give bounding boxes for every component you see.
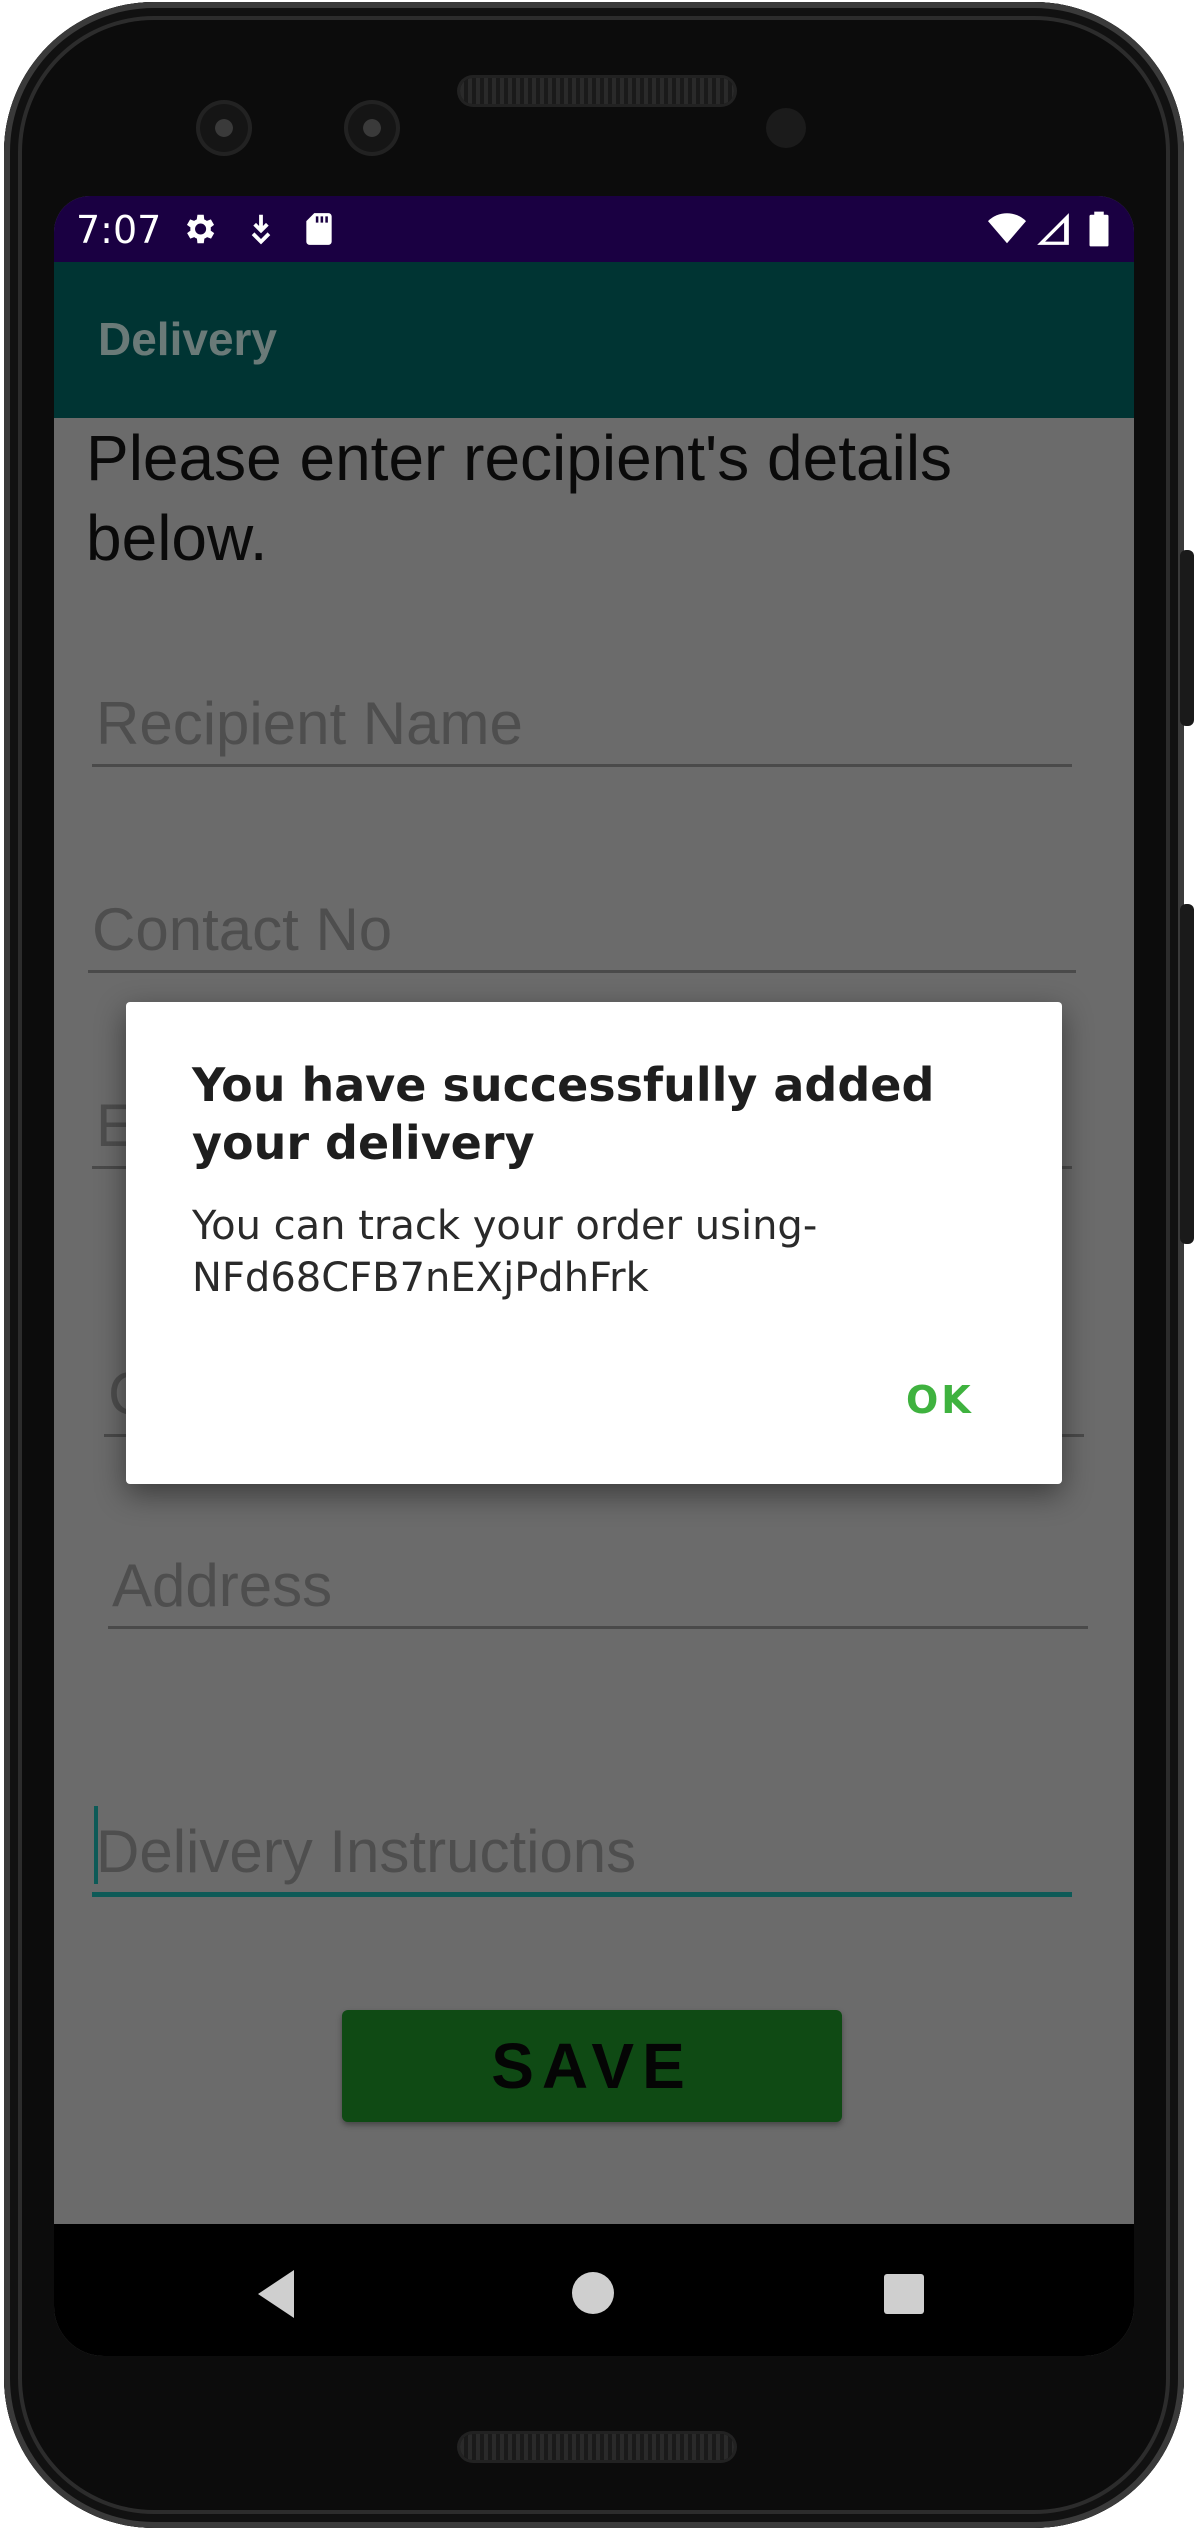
recents-icon[interactable]	[884, 2274, 924, 2314]
recipient-name-field[interactable]: Recipient Name	[92, 654, 1072, 767]
recipient-name-placeholder: Recipient Name	[96, 690, 523, 757]
back-icon[interactable]	[258, 2270, 294, 2318]
delivery-instructions-placeholder: Delivery Instructions	[96, 1818, 637, 1885]
status-time: 7:07	[76, 208, 162, 252]
dialog-ok-button[interactable]: OK	[906, 1378, 974, 1422]
front-camera-left	[196, 100, 252, 156]
contact-no-placeholder: Contact No	[92, 896, 393, 963]
success-dialog: You have successfully added your deliver…	[126, 1002, 1062, 1484]
front-camera-right	[344, 100, 400, 156]
dialog-message: You can track your order using-NFd68CFB7…	[192, 1203, 818, 1301]
dialog-title: You have successfully added your deliver…	[192, 1058, 935, 1170]
screen: 7:07 Delivery Please enter recipient's d…	[54, 196, 1134, 2356]
save-button[interactable]: SAVE	[342, 2010, 842, 2122]
status-bar: 7:07	[54, 196, 1134, 262]
navigation-bar	[54, 2224, 1134, 2356]
form-intro-text: Please enter recipient's details below.	[86, 422, 953, 574]
power-button	[1180, 550, 1194, 726]
sd-card-icon	[306, 213, 332, 245]
battery-icon	[1089, 211, 1109, 247]
address-placeholder: Address	[112, 1552, 333, 1619]
home-icon[interactable]	[572, 2272, 614, 2314]
gear-icon	[186, 214, 215, 244]
download-icon	[251, 214, 271, 245]
earpiece-speaker	[460, 78, 734, 104]
volume-button	[1180, 904, 1194, 1244]
bottom-speaker	[460, 2434, 734, 2460]
signal-icon	[1037, 213, 1069, 245]
app-bar-title: Delivery	[98, 313, 278, 365]
address-field[interactable]: Address	[108, 1514, 1088, 1629]
delivery-instructions-field[interactable]: Delivery Instructions	[92, 1778, 1072, 1897]
wifi-icon	[988, 213, 1026, 244]
app-bar: Delivery	[54, 262, 1134, 418]
proximity-sensor	[766, 108, 806, 148]
contact-no-field[interactable]: Contact No	[88, 860, 1076, 973]
